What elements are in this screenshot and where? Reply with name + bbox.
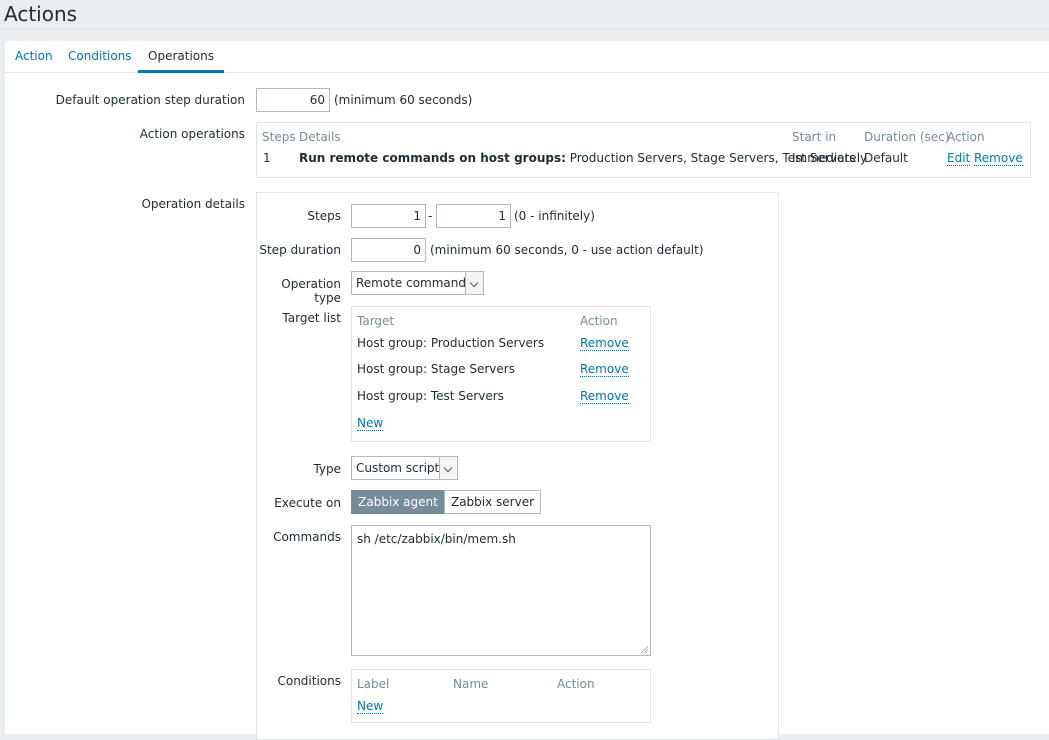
col-condition-action: Action <box>557 677 595 691</box>
tab-conditions[interactable]: Conditions <box>58 41 142 72</box>
col-target: Target <box>357 314 395 328</box>
page-header: Actions <box>0 0 1049 30</box>
operation-details-bold: Run remote commands on host groups: <box>299 151 566 165</box>
type-select[interactable]: Custom script <box>351 456 458 480</box>
commands-textarea[interactable]: sh /etc/zabbix/bin/mem.sh <box>351 525 651 656</box>
col-condition-name: Name <box>453 677 489 691</box>
commands-value: sh /etc/zabbix/bin/mem.sh <box>357 532 516 546</box>
default-step-duration-input[interactable]: 60 <box>256 88 330 112</box>
operation-details-label: Operation details <box>141 197 245 211</box>
resize-handle-icon[interactable] <box>640 645 648 653</box>
col-duration: Duration (sec) <box>864 130 950 144</box>
action-operations-table: Steps Details Start in Duration (sec) Ac… <box>256 122 1031 178</box>
condition-new-link[interactable]: New <box>357 699 384 714</box>
steps-hint: (0 - infinitely) <box>514 209 595 223</box>
col-condition-label: Label <box>357 677 390 691</box>
operation-duration: Default <box>864 151 908 165</box>
default-step-duration-hint: (minimum 60 seconds) <box>334 93 473 107</box>
chevron-down-icon <box>439 457 457 479</box>
steps-to-input[interactable]: 1 <box>436 204 511 228</box>
commands-label: Commands <box>273 530 341 544</box>
operation-type-select[interactable]: Remote command <box>351 271 484 295</box>
col-steps: Steps <box>262 130 296 144</box>
target-remove-link[interactable]: Remove <box>580 336 629 351</box>
tab-operations[interactable]: Operations <box>138 41 224 73</box>
execute-on-label: Execute on <box>274 496 341 510</box>
action-operations-label: Action operations <box>139 127 245 141</box>
target-item: Host group: Production Servers <box>357 336 545 350</box>
target-item: Host group: Test Servers <box>357 389 504 403</box>
operation-details: Run remote commands on host groups: Prod… <box>299 151 855 165</box>
operation-type-value: Remote command <box>356 276 467 290</box>
steps-from-input[interactable]: 1 <box>351 204 426 228</box>
execute-on-zabbix-server[interactable]: Zabbix server <box>444 490 541 514</box>
col-details: Details <box>299 130 341 144</box>
execute-on-zabbix-agent[interactable]: Zabbix agent <box>351 490 445 514</box>
page-title: Actions <box>4 2 78 26</box>
steps-label: Steps <box>307 209 341 223</box>
target-list-label: Target list <box>282 311 341 325</box>
target-new-link[interactable]: New <box>357 416 384 431</box>
tab-action[interactable]: Action <box>5 41 63 72</box>
operation-edit-link[interactable]: Edit <box>947 151 971 166</box>
conditions-label: Conditions <box>277 674 341 688</box>
conditions-table: Label Name Action New <box>351 669 651 723</box>
default-step-duration-label: Default operation step duration <box>55 93 245 107</box>
operation-start-in: Immediately <box>792 151 868 165</box>
operation-type-label: Operation type <box>281 277 341 305</box>
operation-steps: 1 <box>263 151 271 165</box>
operation-remove-link[interactable]: Remove <box>974 151 1023 166</box>
target-list-table: Target Action Host group: Production Ser… <box>351 306 651 442</box>
col-start-in: Start in <box>792 130 837 144</box>
steps-separator: - <box>428 209 433 223</box>
target-remove-link[interactable]: Remove <box>580 362 629 377</box>
form-content: Default operation step duration 60 (mini… <box>5 73 1049 740</box>
col-target-action: Action <box>580 314 618 328</box>
tab-bar: Action Conditions Operations <box>5 41 1049 73</box>
chevron-down-icon <box>465 272 483 294</box>
step-duration-hint: (minimum 60 seconds, 0 - use action defa… <box>430 243 704 257</box>
target-item: Host group: Stage Servers <box>357 362 515 376</box>
type-value: Custom script <box>356 461 440 475</box>
operation-details-box: Steps 1 - 1 (0 - infinitely) Step durati… <box>256 192 779 740</box>
target-remove-link[interactable]: Remove <box>580 389 629 404</box>
type-label: Type <box>313 462 341 476</box>
step-duration-label: Step duration <box>259 243 341 257</box>
col-action: Action <box>947 130 985 144</box>
step-duration-input[interactable]: 0 <box>351 238 426 262</box>
